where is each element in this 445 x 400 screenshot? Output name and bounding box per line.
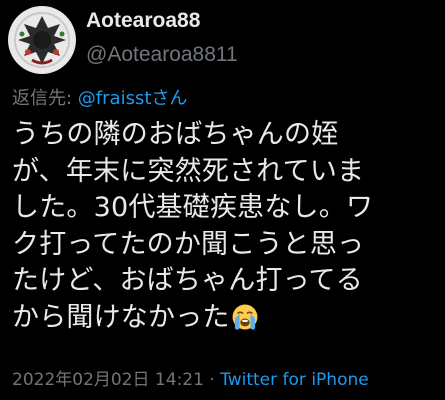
tweet-text-line: たけど、おばちゃん打ってる xyxy=(12,265,363,297)
tweet-meta: 2022年02月02日 14:21 · Twitter for iPhone xyxy=(12,369,369,391)
avatar[interactable] xyxy=(8,6,76,74)
loudly-crying-face-icon xyxy=(232,304,258,330)
tweet-header: Aotearoa88 @Aotearoa8811 xyxy=(8,6,238,74)
author-names: Aotearoa88 @Aotearoa8811 xyxy=(86,8,238,70)
timestamp[interactable]: 2022年02月02日 14:21 xyxy=(12,370,204,390)
tweet-text-line: した。30代基礎疾患なし。ワ xyxy=(12,192,374,224)
tweet-text-line-content: から聞けなかった xyxy=(12,301,230,333)
tweet-text-line-last: から聞けなかった xyxy=(12,300,440,337)
tweet-text-line: ク打ってたのか聞こうと思っ xyxy=(12,228,365,260)
reply-context: 返信先: @fraisstさん xyxy=(12,87,187,111)
tweet-text-line: うちの隣のおばちゃんの姪 xyxy=(12,119,339,150)
avatar-emblem-icon xyxy=(9,7,75,73)
display-name[interactable]: Aotearoa88 xyxy=(86,8,238,34)
tweet-text: うちの隣のおばちゃんの姪 が、年末に突然死されていま した。30代基礎疾患なし。… xyxy=(12,117,440,337)
username[interactable]: @Aotearoa8811 xyxy=(86,40,238,70)
tweet-card: Aotearoa88 @Aotearoa8811 返信先: @fraisstさん… xyxy=(0,0,445,400)
reply-prefix: 返信先: xyxy=(12,88,78,109)
source-link[interactable]: Twitter for iPhone xyxy=(220,370,369,390)
meta-separator: · xyxy=(203,370,221,390)
tweet-text-line: が、年末に突然死されていま xyxy=(12,155,365,187)
reply-mention-link[interactable]: @fraisstさん xyxy=(78,88,188,109)
